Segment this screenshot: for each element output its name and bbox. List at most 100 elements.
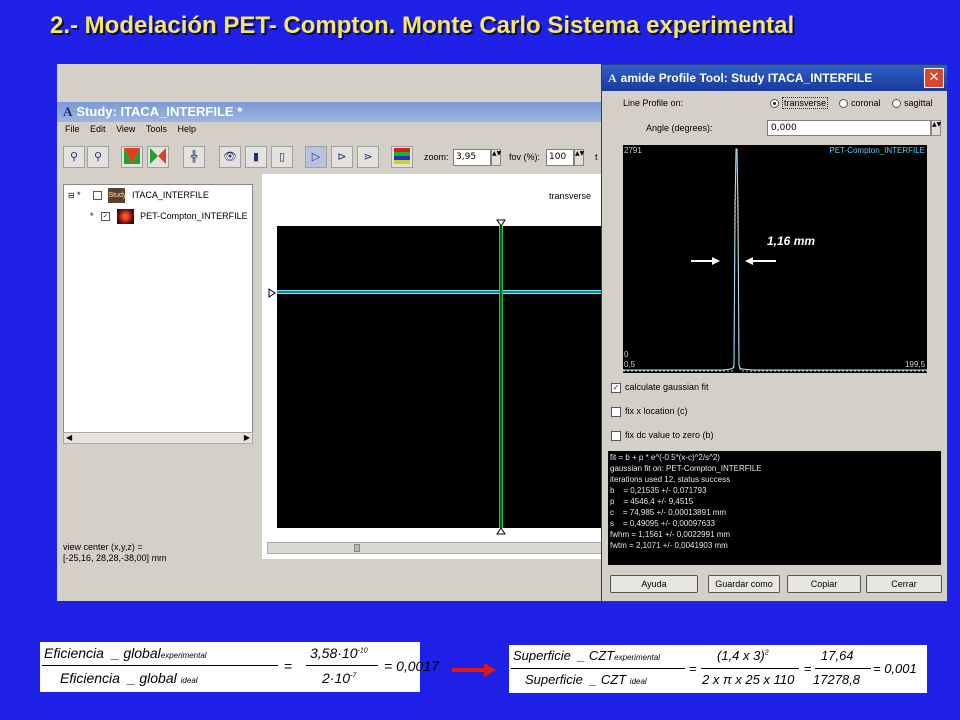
pet-thumbnail-icon [116, 209, 134, 225]
sagittal-view-icon[interactable]: ⋗ [357, 146, 379, 168]
eq-word: _ global [127, 670, 177, 686]
radio-coronal[interactable]: coronal [839, 98, 881, 109]
scroll-right-icon[interactable]: ▶ [244, 433, 250, 442]
radio-label: sagittal [904, 98, 933, 108]
equation-surface: Superficie _ CZTexperimental Superficie … [509, 645, 927, 693]
eq-word: Superficie [513, 648, 571, 663]
tree-icon[interactable]: ⚲ [63, 146, 85, 168]
scroll-thumb[interactable] [354, 544, 360, 552]
ellipsoid-icon[interactable]: ▯ [271, 146, 293, 168]
option-gaussian-fit[interactable]: ✓ calculate gaussian fit [611, 382, 709, 393]
study-window-titlebar[interactable]: A Study: ITACA_INTERFILE * [57, 102, 602, 122]
fraction-bar [306, 665, 378, 666]
menu-view[interactable]: View [116, 124, 135, 134]
tree-marker: * [76, 190, 81, 200]
tree-item-label: ITACA_INTERFILE [132, 190, 209, 200]
fov-input[interactable]: 100 [546, 149, 574, 166]
fit-line: gaussian fit on: PET-Compton_INTERFILE [610, 464, 762, 473]
blend-red-icon[interactable] [147, 146, 169, 168]
radio-sagittal[interactable]: sagittal [892, 98, 933, 109]
menu-edit[interactable]: Edit [90, 124, 106, 134]
fraction-bar [511, 668, 685, 669]
horizontal-line-profile[interactable] [277, 290, 602, 294]
option-fix-dc[interactable]: fix dc value to zero (b) [611, 430, 714, 441]
transverse-image-view[interactable] [277, 226, 602, 528]
close-button[interactable]: ✕ [924, 68, 944, 88]
equation-efficiency: Eficiencia _ globalexperimental Eficienc… [40, 642, 439, 692]
eq-left-numerator: Eficiencia _ globalexperimental [44, 645, 207, 661]
tree-checkbox-checked[interactable]: ✓ [101, 212, 111, 222]
menu-tools[interactable]: Tools [146, 124, 167, 134]
checkbox[interactable] [611, 430, 621, 441]
tree-checkbox[interactable] [92, 191, 102, 201]
eq-right-result: = 0,001 [873, 661, 917, 676]
crosshair-icon[interactable]: ╬ [183, 146, 205, 168]
eq-word: _ CZT [578, 648, 615, 663]
angle-spinner[interactable]: ▲▼ [931, 120, 941, 136]
profile-tool-titlebar[interactable]: Aamide Profile Tool: Study ITACA_INTERFI… [602, 65, 947, 91]
angle-input[interactable]: 0,000 [767, 120, 931, 136]
canvas-scrollbar[interactable] [267, 542, 602, 554]
close-dialog-button[interactable]: Cerrar [866, 575, 942, 593]
color-table-icon[interactable] [391, 146, 413, 168]
fov-label: fov (%): [509, 152, 541, 162]
tree-scrollbar[interactable]: ◀ ▶ [63, 432, 253, 444]
radio-transverse[interactable]: transverse [770, 97, 829, 109]
plot-x-max: 199,5 [904, 360, 925, 369]
menu-file[interactable]: File [65, 124, 80, 134]
cylinder-icon[interactable]: ▮ [245, 146, 267, 168]
radio-label: coronal [851, 98, 881, 108]
bottom-triangle-icon[interactable] [496, 527, 506, 535]
blend-green-icon[interactable] [121, 146, 143, 168]
menu-help[interactable]: Help [177, 124, 196, 134]
coronal-view-icon[interactable]: ⊳ [331, 146, 353, 168]
radio-icon [839, 99, 848, 109]
data-tree: ⊟ * Study ITACA_INTERFILE * ✓ PET-Compto… [63, 184, 253, 444]
eq-val: (1,4 x 3) [717, 648, 765, 663]
top-triangle-icon[interactable] [496, 219, 506, 227]
zoom-input[interactable]: 3,95 [453, 149, 491, 166]
eq-right-denominator: Superficie _ CZT ideal [525, 672, 647, 687]
tree-item-itaca[interactable]: ⊟ * Study ITACA_INTERFILE [68, 187, 209, 204]
fov-spinner[interactable]: ▲▼ [574, 149, 584, 166]
eq-left-val-num: 3,58·10-10 [310, 645, 368, 661]
eyes-icon[interactable]: 👁 [219, 146, 241, 168]
option-fix-x[interactable]: fix x location (c) [611, 406, 688, 417]
help-button[interactable]: Ayuda [610, 575, 698, 593]
profile-tool-window: Aamide Profile Tool: Study ITACA_INTERFI… [601, 64, 948, 602]
save-as-button[interactable]: Guardar como [708, 575, 780, 593]
scroll-left-icon[interactable]: ◀ [66, 433, 72, 442]
eq-subscript: ideal [180, 676, 198, 685]
tree-item-pet-compton[interactable]: * ✓ PET-Compton_INTERFILE [90, 208, 248, 225]
fit-line: c = 74,985 +/- 0,00013891 mm [610, 508, 727, 517]
eq-equals: = [804, 661, 812, 676]
view-orientation-label: transverse [549, 191, 592, 201]
view-center-readout: view center (x,y,z) = [-25,16, 28,28,-38… [63, 542, 167, 564]
tree-red-icon[interactable]: ⚲ [87, 146, 109, 168]
left-triangle-icon[interactable] [268, 288, 276, 298]
eq-right-numerator: Superficie _ CZTexperimental [513, 648, 660, 663]
zoom-label: zoom: [424, 152, 449, 162]
tree-item-label: PET-Compton_INTERFILE [140, 211, 248, 221]
transverse-view-icon[interactable]: ▷ [305, 146, 327, 168]
eq-right-frac3-den: 17278,8 [813, 672, 860, 687]
radio-icon [892, 99, 901, 109]
study-window-title: Study: ITACA_INTERFILE * [76, 104, 243, 119]
eq-word: Eficiencia [60, 670, 120, 686]
eq-val: 2·10 [322, 670, 351, 686]
line-profile-label: Line Profile on: [623, 98, 684, 108]
fwhm-arrows-icon [691, 257, 776, 265]
eq-right-frac3-num: 17,64 [821, 648, 854, 663]
fit-line: fwhm = 1,1561 +/- 0,0022991 mm [610, 530, 731, 539]
copy-button[interactable]: Copiar [787, 575, 861, 593]
view-center-value: [-25,16, 28,28,-38,00] mm [63, 553, 167, 563]
zoom-spinner[interactable]: ▲▼ [491, 149, 501, 166]
menu-bar: File Edit View Tools Help [57, 124, 602, 140]
fraction-bar [815, 668, 871, 669]
toolbar: ⚲ ⚲ ╬ 👁 ▮ ▯ ▷ ⊳ ⋗ zoom: 3,95 ▲▼ fov (%):… [57, 144, 602, 172]
checkbox[interactable] [611, 406, 621, 417]
checkbox-checked[interactable]: ✓ [611, 382, 621, 393]
fit-line: s = 0,49095 +/- 0,00097633 [610, 519, 715, 528]
vertical-line-profile[interactable] [499, 226, 503, 528]
eq-left-result: = 0,0017 [384, 658, 439, 674]
